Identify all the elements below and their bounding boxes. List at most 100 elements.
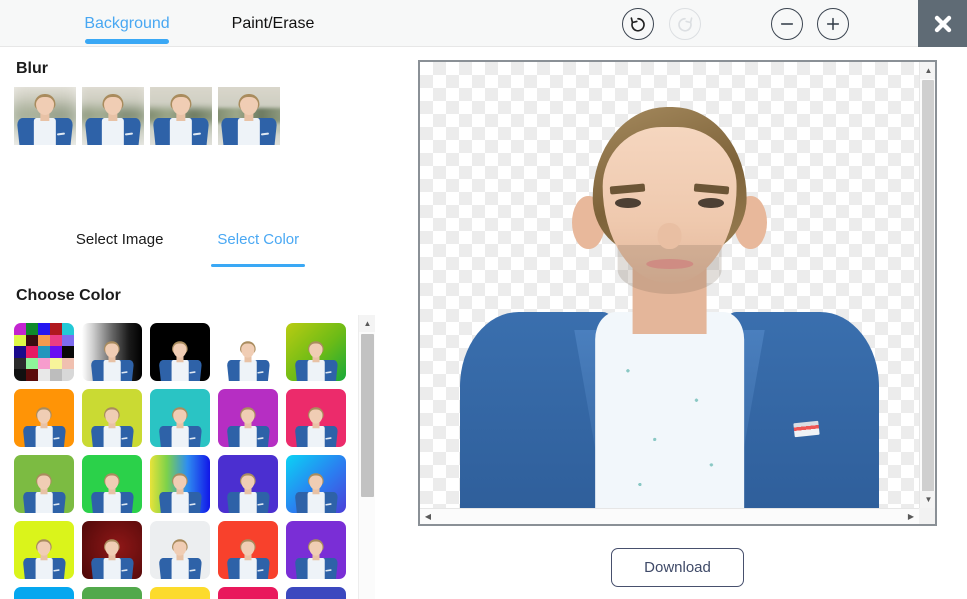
blur-section-title: Blur [16, 60, 48, 77]
tab-select-color[interactable]: Select Color [211, 229, 305, 269]
palette-cell[interactable] [26, 369, 38, 381]
preview-scroll-down-button[interactable]: ▼ [920, 491, 935, 508]
subject-portrait [420, 62, 919, 508]
swatch-preview-portrait [89, 534, 136, 579]
palette-cell[interactable] [62, 334, 74, 347]
download-button[interactable]: Download [611, 548, 744, 587]
sidebar-scrollbar-thumb[interactable] [361, 334, 374, 497]
swatch-pink[interactable] [286, 389, 346, 447]
swatch-green[interactable] [82, 455, 142, 513]
close-x-icon [934, 15, 951, 32]
swatch-indigo[interactable] [218, 455, 278, 513]
swatch-red[interactable] [218, 521, 278, 579]
swatch-black[interactable] [150, 323, 210, 381]
palette-cell[interactable] [14, 357, 26, 370]
swatch-dark-red-gradient[interactable] [82, 521, 142, 579]
swatch-yellow-blue-gradient[interactable] [150, 455, 210, 513]
palette-cell[interactable] [14, 323, 26, 335]
swatch-royal-blue[interactable] [286, 587, 346, 599]
swatch-lime[interactable] [82, 389, 142, 447]
swatch-preview-portrait [225, 336, 272, 381]
swatch-gold[interactable] [150, 587, 210, 599]
swatch-black-gradient[interactable] [82, 323, 142, 381]
swatch-medium-green[interactable] [82, 587, 142, 599]
swatch-preview-portrait [293, 402, 340, 447]
swatch-cyan-blue-gradient[interactable] [286, 455, 346, 513]
zoom-in-button[interactable] [817, 8, 849, 40]
blur-option-2[interactable] [82, 87, 144, 145]
preview-scroll-up-button[interactable]: ▲ [920, 62, 935, 79]
swatch-chartreuse[interactable] [14, 521, 74, 579]
palette-cell[interactable] [50, 323, 62, 335]
tab-select-image-label: Select Image [75, 231, 164, 248]
palette-cell[interactable] [14, 369, 26, 381]
palette-cell[interactable] [26, 357, 38, 370]
palette-cell[interactable] [50, 346, 62, 358]
swatch-violet[interactable] [286, 521, 346, 579]
palette-cell[interactable] [62, 346, 74, 358]
palette-cell[interactable] [38, 369, 50, 381]
palette-cell[interactable] [26, 323, 38, 335]
preview-vertical-scrollbar[interactable]: ▲ ▼ [919, 62, 935, 508]
sidebar-scrollbar[interactable]: ▲ ▼ [358, 315, 375, 599]
background-options-panel: Blur Select Image Select Color Choose Co… [0, 47, 375, 599]
swatch-preview-portrait [89, 336, 136, 381]
palette-cell[interactable] [38, 334, 50, 347]
swatch-preview-portrait [21, 402, 68, 447]
tab-paint-erase-label: Paint/Erase [231, 14, 315, 32]
palette-cell[interactable] [26, 346, 38, 358]
palette-cell[interactable] [14, 346, 26, 358]
swatch-preview-portrait [225, 468, 272, 513]
palette-cell[interactable] [50, 357, 62, 370]
sidebar-scroll-up-button[interactable]: ▲ [359, 315, 375, 332]
undo-icon [630, 17, 645, 32]
background-remover-app: Background Paint/Erase Blur Select Image… [0, 0, 967, 599]
blur-thumb-portrait [150, 87, 212, 145]
swatch-preview-portrait [157, 468, 204, 513]
palette-cell[interactable] [38, 323, 50, 335]
swatch-preview-portrait [293, 468, 340, 513]
swatch-teal[interactable] [150, 389, 210, 447]
swatch-light-gray[interactable] [150, 521, 210, 579]
redo-button[interactable] [669, 8, 701, 40]
swatch-preview-portrait [293, 534, 340, 579]
close-button[interactable] [918, 0, 967, 47]
swatch-orange[interactable] [14, 389, 74, 447]
palette-cell[interactable] [26, 334, 38, 347]
color-swatch-grid [14, 323, 346, 599]
palette-cell[interactable] [62, 369, 74, 381]
palette-cell[interactable] [50, 334, 62, 347]
swatch-sky-blue[interactable] [14, 587, 74, 599]
swatch-purple[interactable] [218, 389, 278, 447]
preview-vscrollbar-thumb[interactable] [922, 80, 934, 502]
palette-cell[interactable] [38, 346, 50, 358]
swatch-preview-portrait [225, 534, 272, 579]
tab-background[interactable]: Background [72, 0, 182, 47]
swatch-crimson[interactable] [218, 587, 278, 599]
palette-cell[interactable] [62, 357, 74, 370]
blur-option-1[interactable] [14, 87, 76, 145]
swatch-white[interactable] [218, 323, 278, 381]
color-swatch-scroll-area [0, 315, 358, 599]
palette-cell[interactable] [38, 357, 50, 370]
blur-option-4[interactable] [218, 87, 280, 145]
zoom-out-button[interactable] [771, 8, 803, 40]
mouth [645, 259, 694, 269]
tab-paint-erase[interactable]: Paint/Erase [218, 0, 328, 47]
image-preview-canvas[interactable] [420, 62, 919, 508]
undo-button[interactable] [622, 8, 654, 40]
preview-scroll-left-button[interactable]: ◀ [420, 509, 436, 524]
palette-cell[interactable] [62, 323, 74, 335]
swatch-moss-green[interactable] [14, 455, 74, 513]
tab-select-image[interactable]: Select Image [70, 229, 170, 269]
blur-option-3[interactable] [150, 87, 212, 145]
palette-cell[interactable] [14, 334, 26, 347]
blur-thumb-portrait [14, 87, 76, 145]
palette-cell[interactable] [50, 369, 62, 381]
preview-scroll-right-button[interactable]: ▶ [903, 509, 919, 524]
custom-color-picker[interactable] [14, 323, 74, 381]
blur-thumb-portrait [218, 87, 280, 145]
swatch-olive-green-gradient[interactable] [286, 323, 346, 381]
swatch-background [218, 587, 278, 599]
preview-horizontal-scrollbar[interactable]: ◀ ▶ [420, 508, 919, 524]
